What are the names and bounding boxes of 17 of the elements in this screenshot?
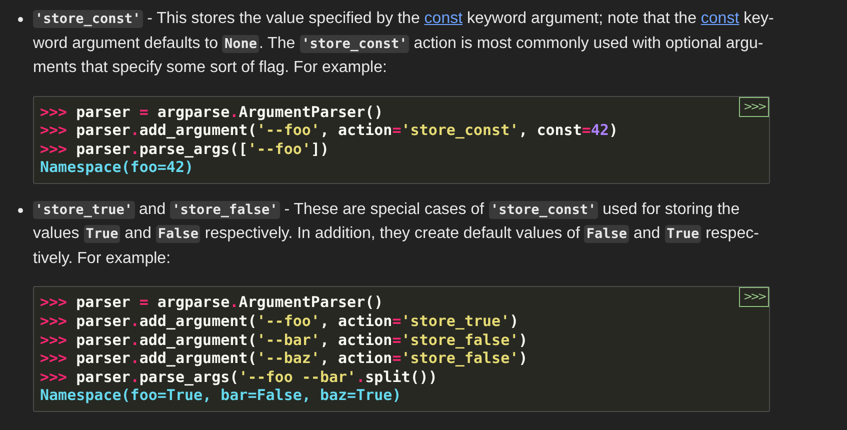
code-line: >>> parser.add_argument('--baz', action='store_false') bbox=[40, 349, 528, 368]
code-line: >>> parser.parse_args('--foo --bar'.split()) bbox=[40, 368, 438, 386]
code-line: >>> parser = argparse.ArgumentParser() bbox=[40, 293, 384, 312]
copy-button[interactable]: >>> bbox=[739, 96, 769, 116]
bullet-icon bbox=[18, 208, 23, 213]
link[interactable]: const bbox=[424, 10, 463, 27]
code-line: Namespace(foo=42) bbox=[40, 158, 194, 177]
bullet-icon bbox=[18, 17, 23, 22]
link[interactable]: const bbox=[700, 10, 740, 27]
code-line: >>> parser.add_argument('--foo', action='store_true') bbox=[40, 312, 519, 331]
code-line: Namespace(foo=True, bar=False, baz=True) bbox=[40, 386, 402, 405]
code-line: >>> parser.add_argument('--bar', action='store_false') bbox=[40, 330, 528, 350]
copy-button[interactable]: >>> bbox=[739, 287, 769, 308]
code-line: >>> parser = argparse.ArgumentParser() bbox=[40, 102, 384, 122]
paragraph: 'store_true' and 'store_false' - These are special cases of 'store_const' used for storing the values True and False respectively. In addition, they create default values of False and True respec- tively. For example: bbox=[33, 200, 760, 269]
code-line: >>> parser.parse_args(['--foo']) bbox=[40, 140, 329, 158]
code-line: >>> parser.add_argument('--foo', action='store_const', const=42) bbox=[40, 121, 618, 140]
